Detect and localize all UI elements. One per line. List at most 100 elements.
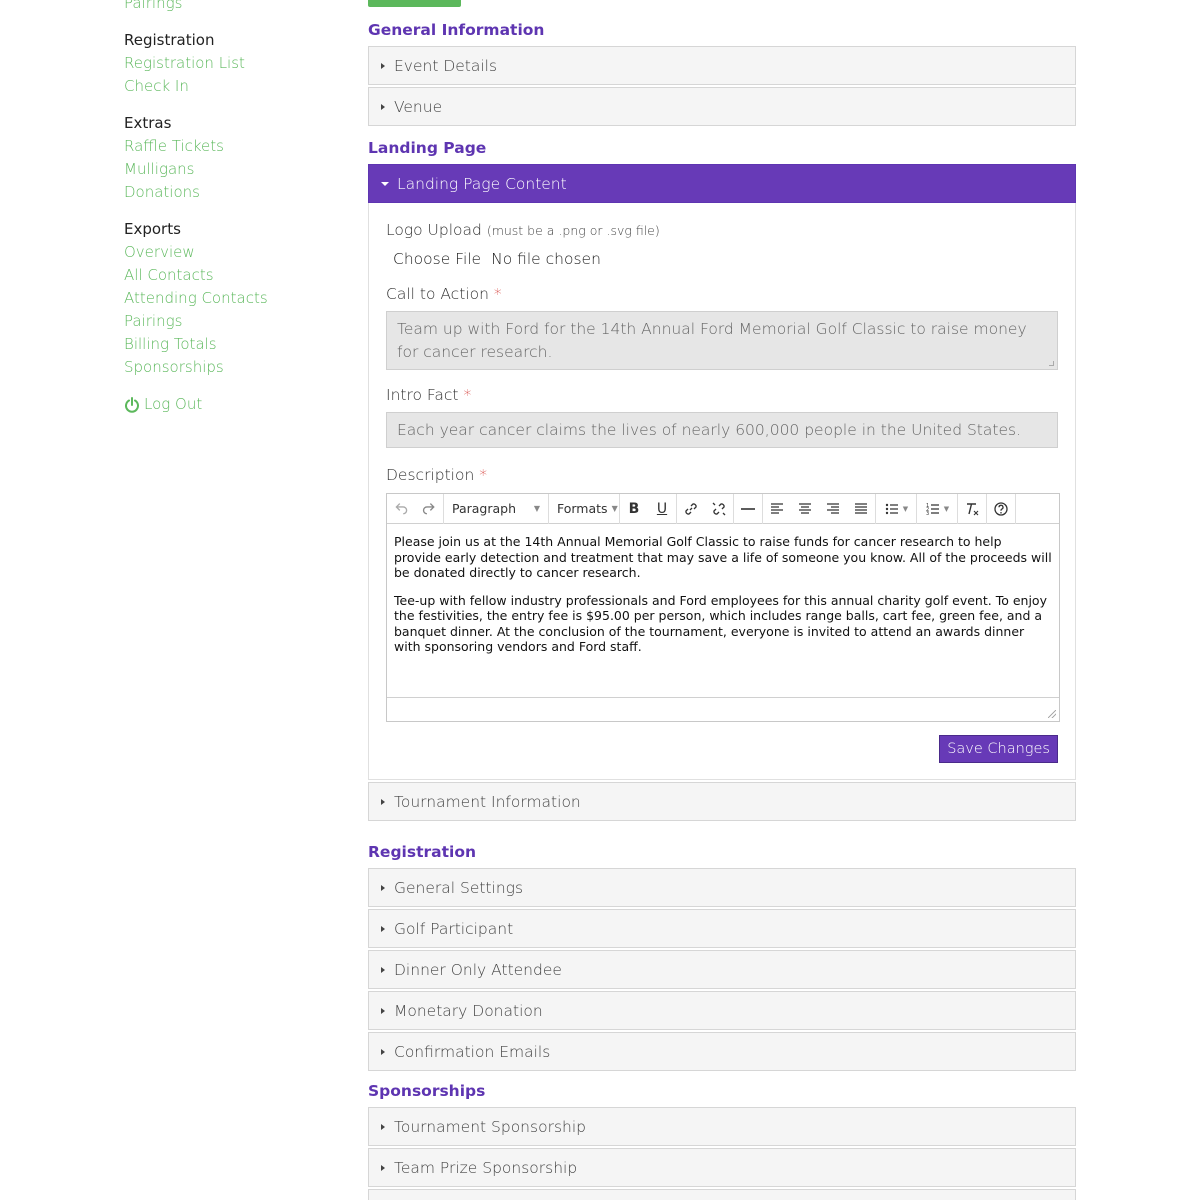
sidebar-group-top: Pairings — [124, 0, 344, 15]
paragraph-select-value: Paragraph — [452, 501, 517, 516]
sidebar: Pairings Registration Registration List … — [124, 0, 344, 416]
sidebar-link-registration-list[interactable]: Registration List — [124, 52, 344, 75]
editor-paragraph: Please join us at the 14th Annual Memori… — [394, 534, 1052, 580]
clear-formatting-icon[interactable] — [958, 494, 986, 524]
section-landing: Landing Page Landing Page Content Logo U… — [368, 137, 1076, 823]
sidebar-link-pairings-top[interactable]: Pairings — [124, 0, 344, 15]
panel-event-details[interactable]: Event Details — [368, 46, 1076, 85]
sidebar-link-overview[interactable]: Overview — [124, 241, 344, 264]
sidebar-link-raffle-tickets[interactable]: Raffle Tickets — [124, 135, 344, 158]
save-changes-button[interactable]: Save Changes — [939, 735, 1058, 763]
undo-icon[interactable] — [387, 494, 415, 524]
chevron-down-icon: ▼ — [611, 504, 618, 513]
landing-content-form: Logo Upload (must be a .png or .svg file… — [368, 203, 1076, 780]
formats-select[interactable]: Formats ▼ — [549, 494, 619, 524]
sidebar-link-attending-contacts[interactable]: Attending Contacts — [124, 287, 344, 310]
redo-icon[interactable] — [415, 494, 443, 524]
panel-tournament-information[interactable]: Tournament Information — [368, 782, 1076, 821]
caret-right-icon — [381, 103, 385, 110]
panel-label: Dinner Only Attendee — [394, 960, 562, 979]
panel-label: Team Prize Sponsorship — [394, 1158, 578, 1177]
editor-content-area[interactable]: Please join us at the 14th Annual Memori… — [387, 524, 1059, 697]
underline-button[interactable]: U — [648, 494, 676, 524]
caret-right-icon — [381, 966, 385, 973]
chevron-down-icon: ▼ — [533, 504, 540, 513]
panel-label: Tournament Information — [394, 792, 581, 811]
panel-team-prize-sponsorship[interactable]: Team Prize Sponsorship — [368, 1148, 1076, 1187]
cta-value: Team up with Ford for the 14th Annual Fo… — [397, 320, 1027, 361]
section-title-sponsorships: Sponsorships — [368, 1082, 486, 1100]
panel-confirmation-emails[interactable]: Confirmation Emails — [368, 1032, 1076, 1071]
sidebar-heading-extras: Extras — [124, 114, 172, 132]
panel-landing-page-content[interactable]: Landing Page Content — [368, 164, 1076, 203]
logo-upload-hint: (must be a .png or .svg file) — [486, 223, 660, 238]
panel-general-settings[interactable]: General Settings — [368, 868, 1076, 907]
svg-text:3: 3 — [926, 511, 929, 517]
caret-right-icon — [381, 925, 385, 932]
panel-next-sponsorship[interactable] — [368, 1189, 1076, 1200]
resize-grip-icon[interactable] — [1049, 361, 1054, 366]
panel-venue[interactable]: Venue — [368, 87, 1076, 126]
intro-fact-input[interactable]: Each year cancer claims the lives of nea… — [386, 412, 1058, 448]
numbered-list-icon[interactable]: 123 ▼ — [917, 494, 957, 524]
sidebar-group-exports: Exports Overview All Contacts Attending … — [124, 218, 344, 379]
align-justify-icon[interactable] — [847, 494, 875, 524]
align-right-icon[interactable] — [819, 494, 847, 524]
horizontal-rule-icon[interactable] — [734, 494, 762, 524]
bullet-list-icon[interactable]: ▼ — [876, 494, 916, 524]
cta-textarea[interactable]: Team up with Ford for the 14th Annual Fo… — [386, 311, 1058, 370]
logout-link[interactable]: Log Out — [124, 393, 344, 416]
chevron-down-icon: ▼ — [902, 504, 909, 513]
chevron-down-icon: ▼ — [943, 504, 950, 513]
top-action-button-edge[interactable] — [368, 0, 461, 7]
panel-label: Event Details — [394, 56, 498, 75]
sidebar-heading-registration: Registration — [124, 31, 215, 49]
panel-label: Monetary Donation — [394, 1001, 543, 1020]
align-center-icon[interactable] — [791, 494, 819, 524]
description-label: Description * — [386, 464, 1058, 486]
choose-file-button[interactable]: Choose File — [393, 250, 481, 268]
toolbar-divider — [1015, 493, 1016, 524]
cta-label-text: Call to Action — [386, 285, 489, 303]
panel-label: Landing Page Content — [397, 174, 567, 193]
panel-label: General Settings — [394, 878, 524, 897]
file-input[interactable]: Choose File No file chosen — [393, 250, 1058, 268]
sidebar-heading-exports: Exports — [124, 220, 181, 238]
section-title-registration: Registration — [368, 843, 477, 861]
required-mark: * — [463, 386, 472, 404]
section-registration: Registration General Settings Golf Parti… — [368, 841, 1076, 1073]
caret-down-icon — [381, 181, 389, 186]
bold-button[interactable]: B — [620, 494, 648, 524]
align-left-icon[interactable] — [763, 494, 791, 524]
sidebar-link-donations[interactable]: Donations — [124, 181, 344, 204]
sidebar-link-pairings[interactable]: Pairings — [124, 310, 344, 333]
intro-fact-label: Intro Fact * — [386, 384, 1058, 406]
link-icon[interactable] — [677, 494, 705, 524]
editor-statusbar — [387, 697, 1059, 721]
sidebar-link-check-in[interactable]: Check In — [124, 75, 344, 98]
required-mark: * — [479, 466, 487, 484]
cta-label: Call to Action * — [386, 283, 1058, 305]
panel-tournament-sponsorship[interactable]: Tournament Sponsorship — [368, 1107, 1076, 1146]
section-sponsorships: Sponsorships Tournament Sponsorship Team… — [368, 1080, 1076, 1200]
intro-fact-value: Each year cancer claims the lives of nea… — [397, 421, 1021, 439]
sidebar-link-all-contacts[interactable]: All Contacts — [124, 264, 344, 287]
section-general: General Information Event Details Venue — [368, 19, 1076, 128]
panel-monetary-donation[interactable]: Monetary Donation — [368, 991, 1076, 1030]
panel-golf-participant[interactable]: Golf Participant — [368, 909, 1076, 948]
sidebar-link-billing-totals[interactable]: Billing Totals — [124, 333, 344, 356]
sidebar-link-mulligans[interactable]: Mulligans — [124, 158, 344, 181]
description-label-text: Description — [386, 466, 475, 484]
bold-icon: B — [628, 500, 640, 517]
paragraph-select[interactable]: Paragraph ▼ — [444, 494, 548, 524]
sidebar-link-sponsorships[interactable]: Sponsorships — [124, 356, 344, 379]
help-icon[interactable] — [987, 494, 1015, 524]
save-row: Save Changes — [386, 735, 1058, 763]
sidebar-group-registration: Registration Registration List Check In — [124, 29, 344, 98]
resize-grip-icon[interactable] — [1048, 710, 1056, 718]
caret-right-icon — [381, 1048, 385, 1055]
caret-right-icon — [381, 798, 385, 805]
panel-dinner-only-attendee[interactable]: Dinner Only Attendee — [368, 950, 1076, 989]
panel-label: Golf Participant — [394, 919, 514, 938]
unlink-icon[interactable] — [705, 494, 733, 524]
